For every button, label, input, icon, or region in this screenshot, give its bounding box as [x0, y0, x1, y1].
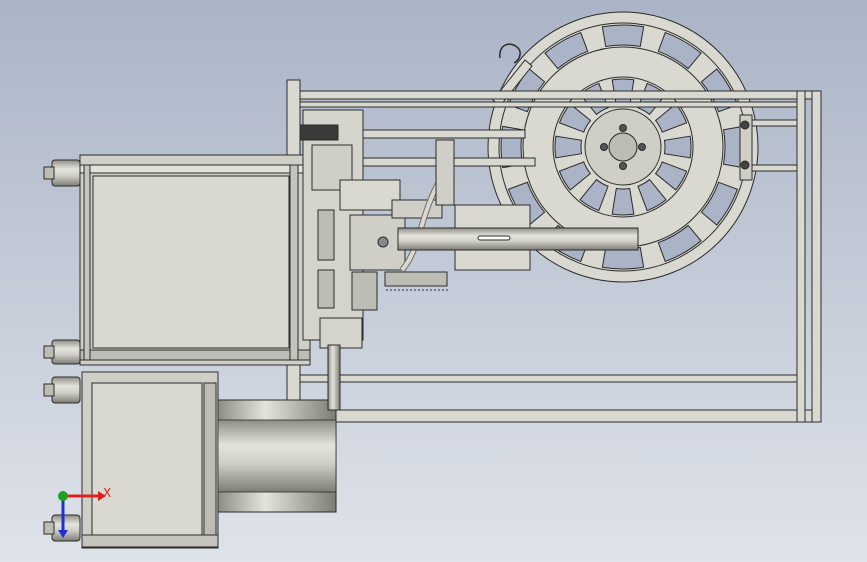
reel-hole — [601, 24, 645, 48]
reel-hole — [663, 135, 692, 159]
cad-viewport[interactable]: X — [0, 0, 867, 562]
upper-motor-housing — [79, 154, 311, 366]
cad-drawing[interactable] — [0, 0, 867, 562]
leveling-feet — [43, 159, 81, 542]
y-axis-dot — [58, 491, 68, 501]
x-axis-label: X — [103, 486, 112, 500]
reel-hole — [601, 246, 645, 270]
reel-hole — [611, 187, 635, 216]
reel-hole — [554, 135, 583, 159]
